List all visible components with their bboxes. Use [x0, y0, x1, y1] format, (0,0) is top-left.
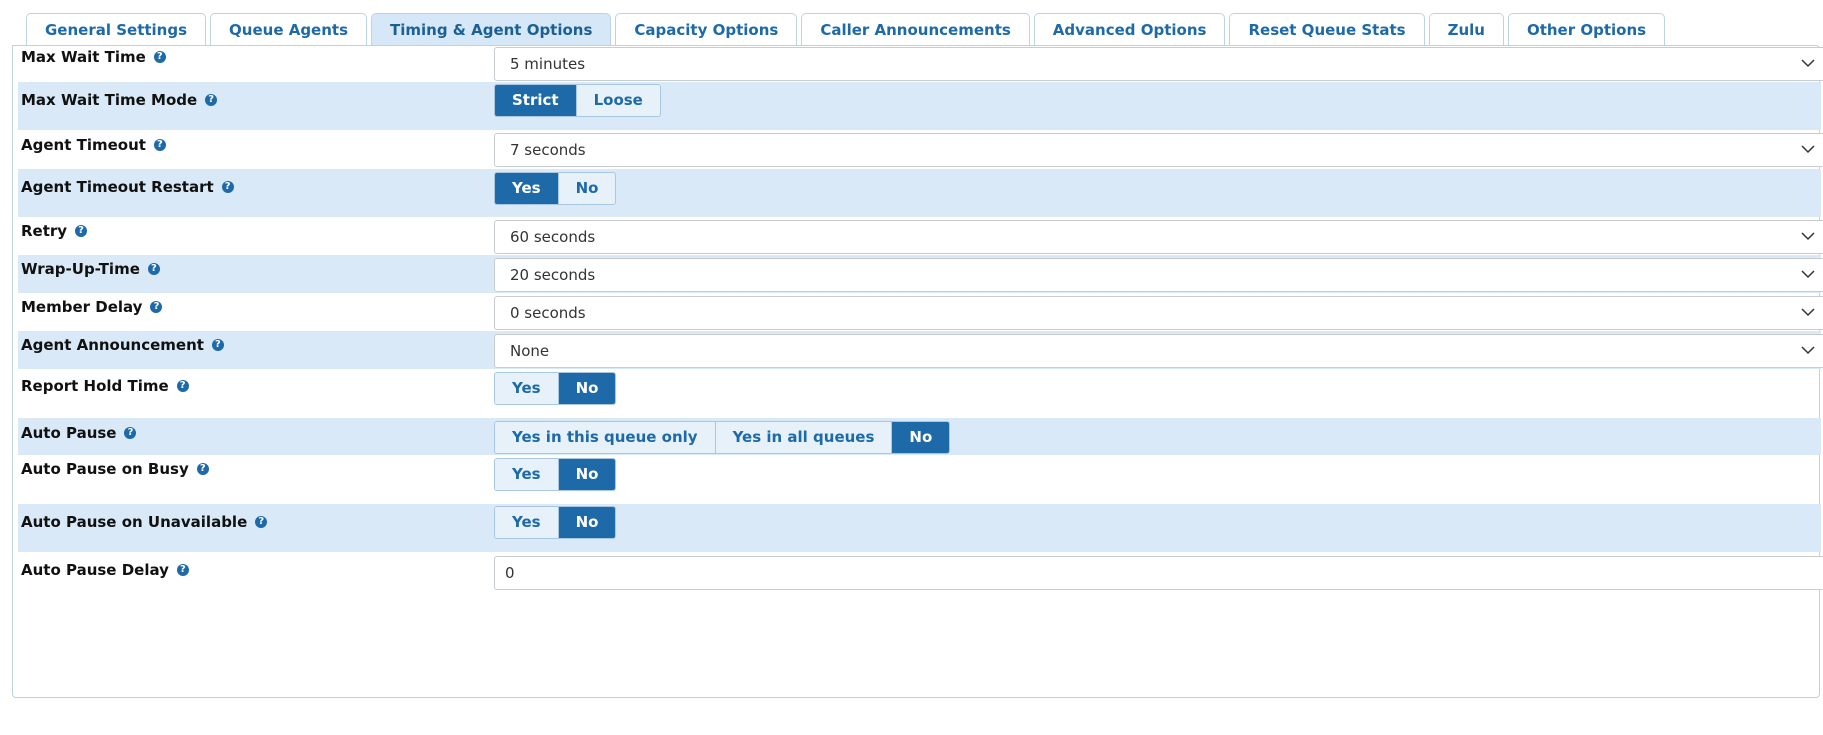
- help-icon[interactable]: ?: [153, 139, 166, 151]
- agent-timeout-label: Agent Timeout: [21, 136, 146, 154]
- agent-timeout-restart-label: Agent Timeout Restart: [21, 178, 214, 196]
- yes-this-queue-option[interactable]: Yes in this queue only: [495, 422, 716, 453]
- row-max-wait-time-mode: Max Wait Time Mode ? Strict Loose: [18, 82, 1821, 130]
- tab-reset-queue-stats[interactable]: Reset Queue Stats: [1229, 13, 1425, 46]
- auto-pause-unavailable-label: Auto Pause on Unavailable: [21, 513, 248, 531]
- strict-option[interactable]: Strict: [495, 85, 577, 116]
- auto-pause-busy-label: Auto Pause on Busy: [21, 460, 189, 478]
- yes-option[interactable]: Yes: [495, 173, 559, 204]
- chevron-down-icon: [1801, 270, 1815, 279]
- help-icon[interactable]: ?: [176, 564, 189, 576]
- retry-select[interactable]: 60 seconds: [494, 220, 1823, 254]
- report-hold-time-toggle: Yes No: [494, 372, 617, 405]
- help-icon[interactable]: ?: [124, 427, 137, 439]
- auto-pause-label: Auto Pause: [21, 424, 117, 442]
- help-icon[interactable]: ?: [196, 463, 209, 475]
- max-wait-time-label: Max Wait Time: [21, 48, 146, 66]
- agent-announcement-select[interactable]: None: [494, 334, 1823, 368]
- yes-all-queues-option[interactable]: Yes in all queues: [715, 422, 893, 453]
- row-auto-pause: Auto Pause ? Yes in this queue only Yes …: [18, 418, 1821, 455]
- no-option[interactable]: No: [558, 373, 616, 404]
- no-option[interactable]: No: [558, 459, 616, 490]
- no-option[interactable]: No: [558, 507, 616, 538]
- auto-pause-unavailable-toggle: Yes No: [494, 506, 617, 539]
- wrap-up-time-value: 20 seconds: [510, 266, 596, 284]
- row-auto-pause-delay: Auto Pause Delay ?: [18, 553, 1823, 593]
- agent-timeout-select[interactable]: 7 seconds: [494, 133, 1823, 167]
- row-auto-pause-unavailable: Auto Pause on Unavailable ? Yes No: [18, 504, 1821, 552]
- help-icon[interactable]: ?: [255, 516, 268, 528]
- tab-caller-announcements[interactable]: Caller Announcements: [801, 13, 1030, 46]
- wrap-up-time-select[interactable]: 20 seconds: [494, 258, 1823, 292]
- agent-timeout-value: 7 seconds: [510, 141, 586, 159]
- max-wait-time-select[interactable]: 5 minutes: [494, 47, 1823, 81]
- tab-other-options[interactable]: Other Options: [1507, 13, 1666, 46]
- row-member-delay: Member Delay ? 0 seconds: [18, 293, 1823, 331]
- row-agent-timeout: Agent Timeout ? 7 seconds: [18, 130, 1823, 167]
- wrap-up-time-label: Wrap-Up-Time: [21, 260, 140, 278]
- row-agent-announcement: Agent Announcement ? None: [18, 331, 1823, 369]
- help-icon[interactable]: ?: [211, 339, 224, 351]
- row-wrap-up-time: Wrap-Up-Time ? 20 seconds: [18, 255, 1823, 293]
- chevron-down-icon: [1801, 308, 1815, 317]
- help-icon[interactable]: ?: [147, 263, 160, 275]
- agent-announcement-label: Agent Announcement: [21, 336, 204, 354]
- tab-advanced-options[interactable]: Advanced Options: [1033, 13, 1226, 46]
- max-wait-time-mode-toggle: Strict Loose: [494, 84, 661, 117]
- row-retry: Retry ? 60 seconds: [18, 217, 1823, 254]
- yes-option[interactable]: Yes: [495, 459, 559, 490]
- help-icon[interactable]: ?: [221, 181, 234, 193]
- tab-timing-agent-options[interactable]: Timing & Agent Options: [371, 13, 612, 46]
- row-auto-pause-busy: Auto Pause on Busy ? Yes No: [18, 455, 1821, 503]
- auto-pause-delay-label: Auto Pause Delay: [21, 561, 169, 579]
- tab-bar: General Settings Queue Agents Timing & A…: [26, 13, 1666, 46]
- chevron-down-icon: [1801, 232, 1815, 241]
- chevron-down-icon: [1801, 145, 1815, 154]
- help-icon[interactable]: ?: [205, 94, 218, 106]
- help-icon[interactable]: ?: [75, 225, 88, 237]
- tab-general-settings[interactable]: General Settings: [26, 13, 207, 46]
- retry-value: 60 seconds: [510, 228, 596, 246]
- auto-pause-delay-input[interactable]: [494, 556, 1823, 590]
- member-delay-label: Member Delay: [21, 298, 143, 316]
- yes-option[interactable]: Yes: [495, 373, 559, 404]
- max-wait-time-value: 5 minutes: [510, 55, 586, 73]
- auto-pause-busy-toggle: Yes No: [494, 458, 617, 491]
- chevron-down-icon: [1801, 346, 1815, 355]
- report-hold-time-label: Report Hold Time: [21, 377, 169, 395]
- chevron-down-icon: [1801, 59, 1815, 68]
- yes-option[interactable]: Yes: [495, 507, 559, 538]
- tab-zulu[interactable]: Zulu: [1428, 13, 1504, 46]
- row-max-wait-time: Max Wait Time ? 5 minutes: [18, 47, 1823, 82]
- tab-queue-agents[interactable]: Queue Agents: [210, 13, 368, 46]
- max-wait-time-mode-label: Max Wait Time Mode: [21, 91, 198, 109]
- help-icon[interactable]: ?: [153, 51, 166, 63]
- agent-timeout-restart-toggle: Yes No: [494, 172, 617, 205]
- row-agent-timeout-restart: Agent Timeout Restart ? Yes No: [18, 169, 1821, 217]
- member-delay-select[interactable]: 0 seconds: [494, 296, 1823, 330]
- member-delay-value: 0 seconds: [510, 304, 586, 322]
- no-option[interactable]: No: [558, 173, 616, 204]
- tab-capacity-options[interactable]: Capacity Options: [615, 13, 798, 46]
- loose-option[interactable]: Loose: [576, 85, 660, 116]
- help-icon[interactable]: ?: [150, 301, 163, 313]
- queue-settings-page: General Settings Queue Agents Timing & A…: [0, 0, 1823, 735]
- agent-announcement-value: None: [510, 342, 550, 360]
- row-report-hold-time: Report Hold Time ? Yes No: [18, 369, 1821, 417]
- auto-pause-toggle: Yes in this queue only Yes in all queues…: [494, 421, 951, 454]
- help-icon[interactable]: ?: [176, 380, 189, 392]
- no-option[interactable]: No: [892, 422, 950, 453]
- retry-label: Retry: [21, 222, 68, 240]
